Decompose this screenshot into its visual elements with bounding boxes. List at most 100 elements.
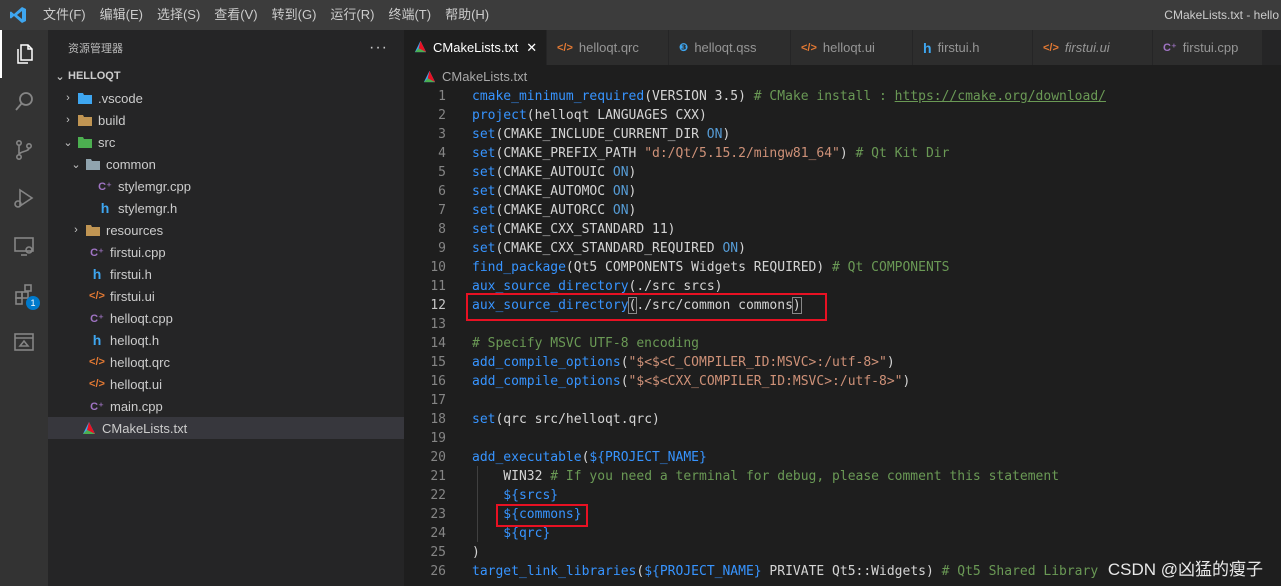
code-text: ) [472,545,480,560]
code-line: 14 # Specify MSVC UTF-8 encoding [404,334,1281,353]
cpp-file-icon: C⁺ [90,400,104,413]
menu-view[interactable]: 查看(V) [207,0,264,30]
line-number: 16 [430,374,446,389]
line-number: 11 [430,279,446,294]
tree-item-build[interactable]: › build [48,109,404,131]
tab-cmakelists[interactable]: CMakeLists.txt ✕ [404,30,547,65]
code-line: 21 WIN32 # If you need a terminal for de… [404,467,1281,486]
title-bar: 文件(F) 编辑(E) 选择(S) 查看(V) 转到(G) 运行(R) 终端(T… [0,0,1281,30]
tree-item-label: firstui.ui [110,288,155,304]
tree-item-firstui-h[interactable]: h firstui.h [48,263,404,285]
code-line: 3 set(CMAKE_INCLUDE_CURRENT_DIR ON) [404,125,1281,144]
src-folder-icon [76,134,94,150]
code-text: set(CMAKE_CXX_STANDARD 11) [472,222,676,237]
line-number: 18 [430,412,446,427]
explorer-icon[interactable] [0,30,48,78]
menu-go[interactable]: 转到(G) [265,0,324,30]
workspace-title: HELLOQT [68,70,121,82]
code-line: 8 set(CMAKE_CXX_STANDARD 11) [404,220,1281,239]
line-number: 8 [438,222,446,237]
tab-label: firstui.h [937,40,980,55]
tab-helloqt-ui[interactable]: </> helloqt.ui [791,30,913,65]
tree-item-common[interactable]: ⌄ common [48,153,404,175]
tree-item-label: helloqt.ui [110,376,163,392]
menu-bar: 文件(F) 编辑(E) 选择(S) 查看(V) 转到(G) 运行(R) 终端(T… [36,0,496,30]
tree-item-firstui-ui[interactable]: </> firstui.ui [48,285,404,307]
menu-selection[interactable]: 选择(S) [150,0,207,30]
line-number: 14 [430,336,446,351]
tree-item-helloqt-h[interactable]: h helloqt.h [48,329,404,351]
breadcrumb-file: CMakeLists.txt [442,68,528,84]
code-text: set(CMAKE_AUTOMOC ON) [472,184,637,199]
workspace-section[interactable]: ⌄ HELLOQT [48,65,404,87]
panel-icon[interactable] [0,318,48,366]
vscode-folder-icon [76,90,94,106]
tab-firstui-cpp[interactable]: C⁺ firstui.cpp [1153,30,1263,65]
code-line: 5 set(CMAKE_AUTOUIC ON) [404,163,1281,182]
editor-tabs: CMakeLists.txt ✕ </> helloqt.qrc ❸ hello… [404,30,1281,65]
remote-explorer-icon[interactable] [0,222,48,270]
more-actions-button[interactable]: ··· [369,39,388,57]
tree-item-src[interactable]: ⌄ src [48,131,404,153]
search-icon[interactable] [0,78,48,126]
menu-run[interactable]: 运行(R) [323,0,381,30]
menu-terminal[interactable]: 终端(T) [381,0,438,30]
tree-item-helloqt-qrc[interactable]: </> helloqt.qrc [48,351,404,373]
source-control-icon[interactable] [0,126,48,174]
tree-item-vscode[interactable]: › .vscode [48,87,404,109]
code-text: target_link_libraries(${PROJECT_NAME} PR… [472,564,1099,579]
activity-bar: 1 [0,30,48,586]
line-number: 6 [438,184,446,199]
tab-firstui-ui[interactable]: </> firstui.ui [1033,30,1153,65]
h-file-icon: h [923,39,932,56]
tree-item-label: CMakeLists.txt [102,420,188,436]
tree-item-cmakelists[interactable]: CMakeLists.txt [48,417,404,439]
chevron-down-icon: ⌄ [63,136,73,149]
tree-item-resources[interactable]: › resources [48,219,404,241]
code-text: WIN32 # If you need a terminal for debug… [472,469,1060,484]
run-debug-icon[interactable] [0,174,48,222]
tab-firstui-h[interactable]: h firstui.h [913,30,1033,65]
code-line: 7 set(CMAKE_AUTORCC ON) [404,201,1281,220]
tree-item-stylemgr-h[interactable]: h stylemgr.h [48,197,404,219]
chevron-right-icon: › [66,92,70,104]
extensions-icon[interactable]: 1 [0,270,48,318]
tree-item-main-cpp[interactable]: C⁺ main.cpp [48,395,404,417]
code-text: set(CMAKE_AUTORCC ON) [472,203,637,218]
line-number: 5 [438,165,446,180]
code-text: cmake_minimum_required(VERSION 3.5) # CM… [472,89,1106,104]
tree-item-helloqt-ui[interactable]: </> helloqt.ui [48,373,404,395]
line-number: 13 [430,317,446,332]
chevron-down-icon: ⌄ [55,70,65,83]
tab-label: firstui.ui [1064,40,1110,55]
h-file-icon: h [92,332,102,348]
menu-edit[interactable]: 编辑(E) [93,0,150,30]
breadcrumb[interactable]: CMakeLists.txt [404,65,1281,87]
code-line: 22 ${srcs} [404,486,1281,505]
cmake-icon [420,68,438,84]
line-number: 12 [430,298,446,313]
close-icon[interactable]: ✕ [526,40,537,56]
highlight-box-line12 [466,293,827,321]
line-number: 22 [430,488,446,503]
extensions-badge: 1 [26,296,40,310]
folder-icon [84,156,102,172]
tree-item-stylemgr-cpp[interactable]: C⁺ stylemgr.cpp [48,175,404,197]
tree-item-label: .vscode [98,90,143,106]
tree-item-label: stylemgr.cpp [118,178,191,194]
cpp-file-icon: C⁺ [98,180,112,193]
xml-file-icon: </> [557,41,573,54]
line-number: 1 [438,89,446,104]
tab-helloqt-qrc[interactable]: </> helloqt.qrc [547,30,669,65]
tree-item-label: firstui.cpp [110,244,166,260]
tree-item-helloqt-cpp[interactable]: C⁺ helloqt.cpp [48,307,404,329]
menu-help[interactable]: 帮助(H) [438,0,496,30]
line-number: 4 [438,146,446,161]
code-text: set(CMAKE_PREFIX_PATH "d:/Qt/5.15.2/ming… [472,146,950,161]
menu-file[interactable]: 文件(F) [36,0,93,30]
code-line: 15 add_compile_options("$<$<C_COMPILER_ID… [404,353,1281,372]
tab-helloqt-qss[interactable]: ❸ helloqt.qss [669,30,791,65]
indent-guide [477,466,478,542]
code-text: set(CMAKE_AUTOUIC ON) [472,165,637,180]
tree-item-firstui-cpp[interactable]: C⁺ firstui.cpp [48,241,404,263]
